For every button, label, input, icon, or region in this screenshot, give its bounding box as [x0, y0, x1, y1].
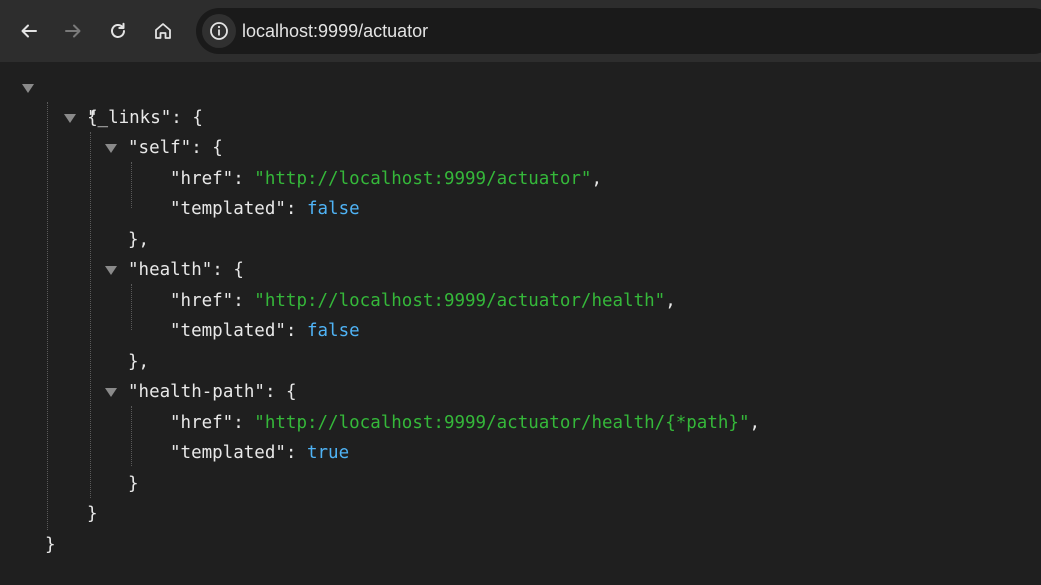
json-key: "_links"	[87, 108, 172, 128]
indent-guide	[47, 102, 48, 530]
json-line: "templated": false	[170, 194, 360, 224]
json-boolean-value: true	[306, 443, 350, 463]
json-line: }	[128, 469, 139, 499]
punctuation: :	[233, 413, 255, 433]
collapse-toggle-health[interactable]	[105, 266, 117, 275]
json-key: "templated"	[170, 443, 286, 463]
reload-icon	[111, 22, 125, 38]
punctuation: :	[233, 291, 255, 311]
punctuation: : {	[171, 108, 203, 128]
punctuation: : {	[264, 382, 297, 402]
url-text[interactable]: localhost:9999/actuator	[242, 8, 428, 54]
json-line: },	[128, 347, 149, 377]
reload-button[interactable]	[100, 13, 136, 49]
json-line: }	[87, 499, 98, 529]
punctuation: ,	[591, 169, 602, 189]
arrow-left-icon	[21, 24, 37, 38]
home-icon	[155, 23, 171, 39]
punctuation: ,	[749, 413, 761, 433]
brace-close: }	[45, 535, 56, 555]
punctuation: : {	[212, 260, 244, 280]
punctuation: :	[285, 443, 307, 463]
collapse-toggle-root[interactable]	[22, 84, 34, 93]
json-line: "templated": true	[170, 438, 349, 468]
punctuation: ,	[665, 291, 676, 311]
json-line: "href": "http://localhost:9999/actuator/…	[170, 408, 760, 438]
json-line: "templated": false	[170, 316, 360, 346]
arrow-right-icon	[65, 24, 81, 38]
json-viewer: { "_links": { "self": { "href": "http://…	[0, 62, 1041, 585]
back-button[interactable]	[11, 13, 47, 49]
json-boolean-value: false	[306, 321, 360, 341]
json-line: "health": {	[128, 255, 244, 285]
json-key: "href"	[170, 169, 234, 189]
indent-guide	[131, 162, 132, 208]
json-line: },	[128, 225, 149, 255]
collapse-toggle-health-path[interactable]	[105, 388, 117, 397]
forward-button[interactable]	[55, 13, 91, 49]
home-button[interactable]	[145, 13, 181, 49]
json-line: "_links": {	[87, 103, 203, 133]
punctuation: : {	[191, 138, 223, 158]
collapse-toggle-links[interactable]	[64, 114, 76, 123]
json-key: "href"	[170, 291, 234, 311]
indent-guide	[131, 406, 132, 466]
brace-close: }	[87, 504, 98, 524]
address-bar[interactable]: localhost:9999/actuator	[196, 8, 1041, 54]
json-key: "templated"	[170, 321, 286, 341]
brace-close: }	[128, 474, 139, 494]
json-boolean-value: false	[306, 199, 360, 219]
json-line: "href": "http://localhost:9999/actuator/…	[170, 286, 676, 316]
json-key: "href"	[170, 413, 234, 433]
json-string-value: "http://localhost:9999/actuator/health"	[254, 291, 666, 311]
browser-toolbar: localhost:9999/actuator	[0, 0, 1041, 62]
indent-guide	[131, 284, 132, 330]
info-icon	[210, 22, 228, 40]
json-line: }	[45, 530, 56, 560]
punctuation: :	[285, 199, 307, 219]
indent-guide	[90, 132, 91, 498]
json-key: "templated"	[170, 199, 286, 219]
json-line: "self": {	[128, 133, 223, 163]
json-line: "href": "http://localhost:9999/actuator"…	[170, 164, 602, 194]
collapse-toggle-self[interactable]	[105, 144, 117, 153]
json-key: "health"	[128, 260, 213, 280]
json-key: "self"	[128, 138, 192, 158]
site-info-button[interactable]	[202, 14, 236, 48]
json-key: "health-path"	[128, 382, 265, 402]
json-line: "health-path": {	[128, 377, 297, 407]
json-string-value: "http://localhost:9999/actuator/health/{…	[254, 413, 750, 433]
brace-close: },	[128, 352, 150, 372]
json-line: {	[45, 73, 98, 128]
punctuation: :	[285, 321, 307, 341]
punctuation: :	[233, 169, 255, 189]
brace-close: },	[128, 230, 150, 250]
json-string-value: "http://localhost:9999/actuator"	[254, 169, 592, 189]
